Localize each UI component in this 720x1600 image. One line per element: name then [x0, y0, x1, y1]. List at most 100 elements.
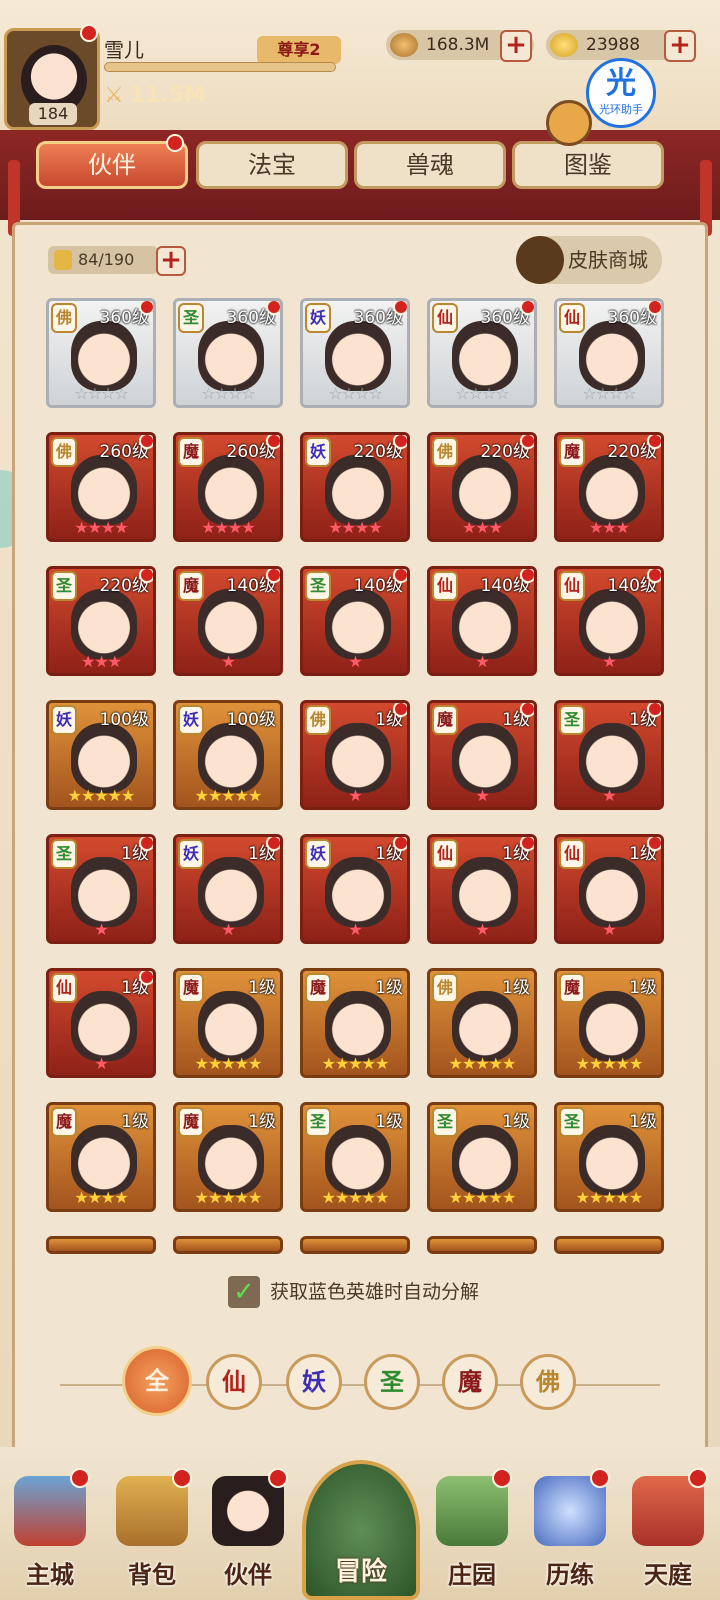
skin-shop-button[interactable]: 皮肤商城 [516, 236, 662, 284]
hero-card[interactable]: 妖 220级 ★★★★ [300, 432, 410, 542]
hero-stars: ★★★ [461, 518, 503, 537]
faction-filter-1[interactable]: 仙 [206, 1354, 262, 1410]
nav-heavenly-court[interactable]: 天庭 [620, 1468, 716, 1598]
hero-card[interactable]: 魔 1级 ★★★★★ [173, 968, 283, 1078]
hero-notification-dot [393, 569, 407, 583]
add-gold-button[interactable]: + [664, 30, 696, 62]
hero-portrait [71, 589, 137, 659]
hero-portrait [325, 857, 391, 927]
hero-stars: ★ [221, 652, 235, 671]
vip-badge[interactable]: 尊享2 [257, 36, 341, 64]
hero-card[interactable]: 仙 360级 ☆☆☆☆ [554, 298, 664, 408]
faction-filter-bar: 全仙妖圣魔佛 [60, 1340, 660, 1430]
auto-decompose-checkbox[interactable]: ✓ [228, 1276, 260, 1308]
faction-badge: 妖 [178, 705, 204, 735]
nav-adventure[interactable]: 冒险 [302, 1460, 420, 1600]
nav-manor-label: 庄园 [448, 1561, 496, 1589]
nav-manor[interactable]: 庄园 [424, 1468, 520, 1598]
hero-card[interactable]: 妖 100级 ★★★★★ [46, 700, 156, 810]
expand-roster-button[interactable]: + [156, 246, 186, 276]
hero-card[interactable]: 佛 260级 ★★★★ [46, 432, 156, 542]
tab-partners[interactable]: 伙伴 [36, 141, 188, 189]
hero-card[interactable]: 魔 1级 ★★★★★ [300, 968, 410, 1078]
hero-card[interactable]: 魔 220级 ★★★ [554, 432, 664, 542]
hero-notification-dot [393, 837, 407, 851]
hero-card[interactable]: 圣 360级 ☆☆☆☆ [173, 298, 283, 408]
hero-card[interactable]: 妖 100级 ★★★★★ [173, 700, 283, 810]
hero-card[interactable]: 圣 1级 ★★★★★ [554, 1102, 664, 1212]
hero-card[interactable]: 妖 1级 ★ [300, 834, 410, 944]
hero-card[interactable]: 圣 1级 ★ [46, 834, 156, 944]
hero-stars: ★★★★★ [67, 786, 136, 805]
hero-card[interactable]: 佛 1级 ★★★★★ [427, 968, 537, 1078]
faction-filter-4[interactable]: 魔 [442, 1354, 498, 1410]
auto-decompose-option[interactable]: ✓ 获取蓝色英雄时自动分解 [228, 1276, 479, 1308]
hero-stars: ★★★★ [328, 518, 382, 537]
hero-card[interactable]: 妖 360级 ☆☆☆☆ [300, 298, 410, 408]
hero-card[interactable]: 佛 1级 ★ [300, 700, 410, 810]
hero-card-partial[interactable] [46, 1236, 156, 1254]
faction-badge: 佛 [305, 705, 331, 735]
faction-filter-all[interactable]: 全 [122, 1346, 192, 1416]
nav-manor-dot [492, 1468, 512, 1488]
chat-bubble-icon[interactable] [546, 100, 592, 146]
hero-level: 1级 [248, 978, 276, 998]
hero-stars: ★ [348, 920, 362, 939]
hero-level: 1级 [629, 1112, 657, 1132]
hero-card[interactable]: 魔 1级 ★ [427, 700, 537, 810]
tab-beast-souls[interactable]: 兽魂 [354, 141, 506, 189]
hero-card[interactable]: 仙 1级 ★ [46, 968, 156, 1078]
hero-card[interactable]: 仙 1级 ★ [427, 834, 537, 944]
hero-card[interactable]: 圣 1级 ★ [554, 700, 664, 810]
hero-card[interactable]: 仙 360级 ☆☆☆☆ [427, 298, 537, 408]
hero-card[interactable]: 仙 140级 ★ [427, 566, 537, 676]
hero-stars: ★★★★ [74, 1188, 128, 1207]
hero-card[interactable]: 魔 1级 ★★★★★ [554, 968, 664, 1078]
player-avatar[interactable]: 184 [4, 28, 100, 130]
nav-training[interactable]: 历练 [522, 1468, 618, 1598]
hero-card[interactable]: 妖 1级 ★ [173, 834, 283, 944]
hero-stars: ★★★★ [201, 518, 255, 537]
hero-card[interactable]: 魔 260级 ★★★★ [173, 432, 283, 542]
hero-card[interactable]: 圣 140级 ★ [300, 566, 410, 676]
hero-card-partial[interactable] [427, 1236, 537, 1254]
tab-codex[interactable]: 图鉴 [512, 141, 664, 189]
combat-power: ⚔ 11.5M [104, 80, 206, 112]
faction-badge: 魔 [305, 973, 331, 1003]
nav-partners[interactable]: 伙伴 [200, 1468, 296, 1598]
hero-card[interactable]: 仙 140级 ★ [554, 566, 664, 676]
hero-card[interactable]: 佛 220级 ★★★ [427, 432, 537, 542]
assistant-floating-button[interactable]: 光 光环助手 [586, 58, 656, 128]
faction-filter-2[interactable]: 妖 [286, 1354, 342, 1410]
faction-badge: 佛 [432, 437, 458, 467]
hero-card[interactable]: 魔 1级 ★★★★★ [173, 1102, 283, 1212]
hero-card[interactable]: 圣 1级 ★★★★★ [427, 1102, 537, 1212]
hero-card[interactable]: 佛 360级 ☆☆☆☆ [46, 298, 156, 408]
hero-level: 1级 [502, 978, 530, 998]
nav-backpack[interactable]: 背包 [104, 1468, 200, 1598]
hero-card[interactable]: 仙 1级 ★ [554, 834, 664, 944]
gold-ingot-icon [550, 33, 578, 57]
hero-portrait [452, 321, 518, 391]
faction-badge: 魔 [178, 571, 204, 601]
hero-card[interactable]: 魔 140级 ★ [173, 566, 283, 676]
hero-stars: ★ [475, 652, 489, 671]
tab-treasures[interactable]: 法宝 [196, 141, 348, 189]
add-coins-button[interactable]: + [500, 30, 532, 62]
faction-filter-5[interactable]: 佛 [520, 1354, 576, 1410]
nav-main-city[interactable]: 主城 [2, 1468, 98, 1598]
hero-portrait [325, 455, 391, 525]
faction-filter-3[interactable]: 圣 [364, 1354, 420, 1410]
hero-card-partial[interactable] [300, 1236, 410, 1254]
hero-card-partial[interactable] [173, 1236, 283, 1254]
faction-badge: 圣 [51, 571, 77, 601]
hero-notification-dot [647, 703, 661, 717]
hero-card[interactable]: 圣 1级 ★★★★★ [300, 1102, 410, 1212]
hero-card[interactable]: 圣 220级 ★★★ [46, 566, 156, 676]
hero-card[interactable]: 魔 1级 ★★★★ [46, 1102, 156, 1212]
coin-icon [390, 33, 418, 57]
faction-badge: 圣 [432, 1107, 458, 1137]
hero-card-partial[interactable] [554, 1236, 664, 1254]
nav-backpack-dot [172, 1468, 192, 1488]
faction-badge: 魔 [559, 437, 585, 467]
